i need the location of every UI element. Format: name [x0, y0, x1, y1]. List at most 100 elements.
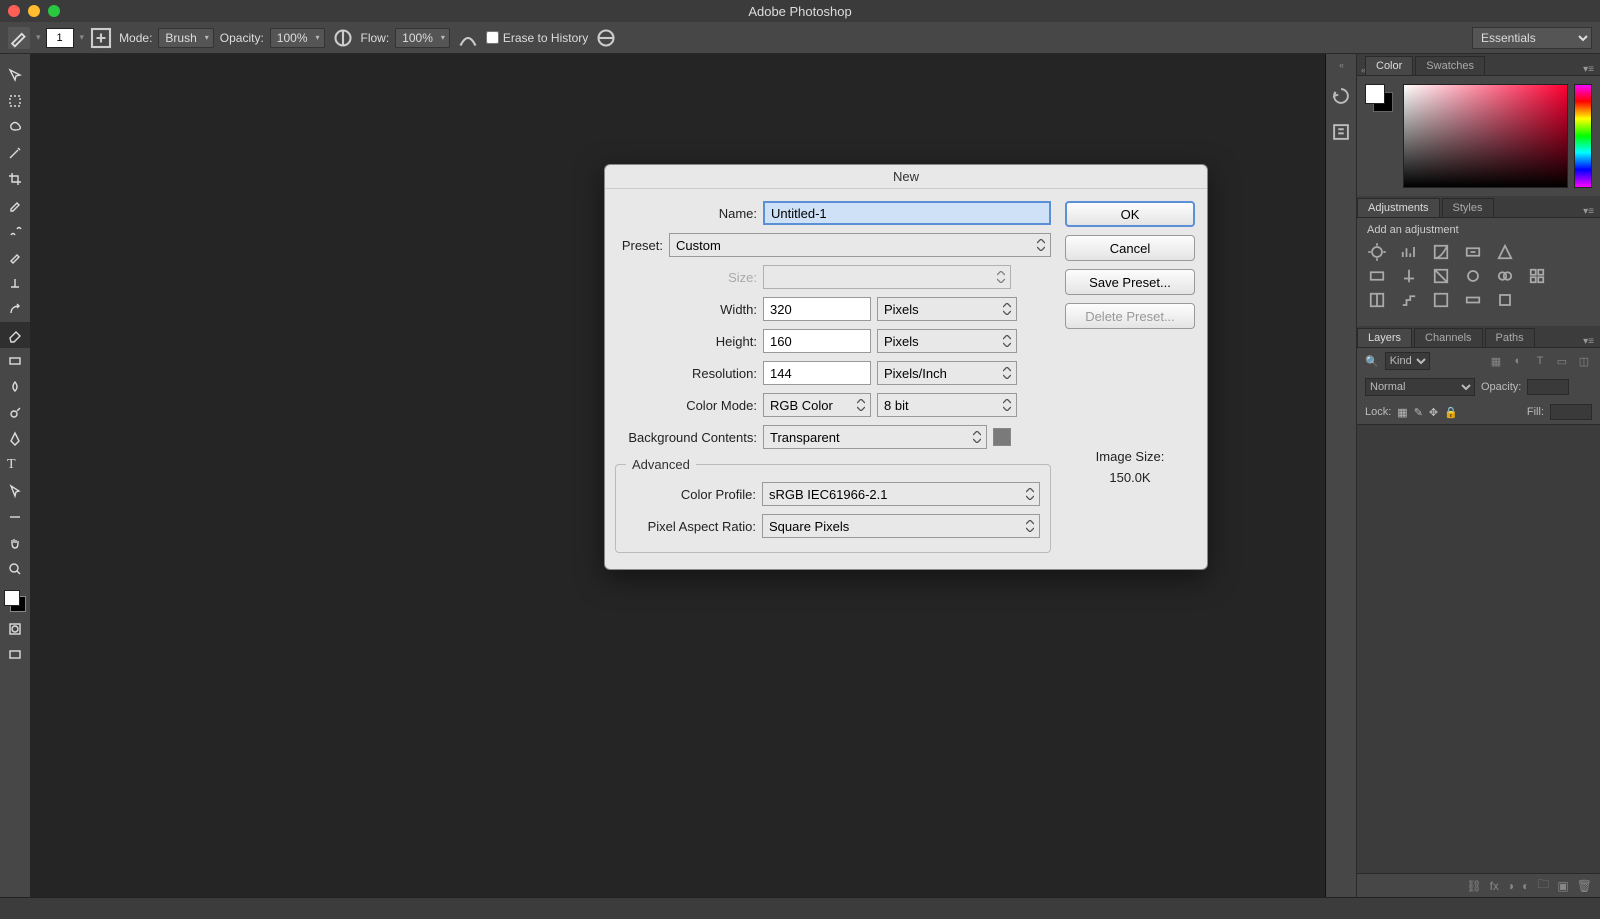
opacity-select[interactable]: 100% [270, 28, 325, 48]
tab-color[interactable]: Color [1365, 56, 1413, 75]
layers-panel-menu-icon[interactable]: ▾≡ [1583, 336, 1600, 347]
layers-opacity-input[interactable] [1527, 379, 1569, 395]
shape-tool[interactable] [0, 504, 30, 530]
filter-pixel-icon[interactable]: ▦ [1488, 353, 1504, 369]
dodge-tool[interactable] [0, 400, 30, 426]
hue-sat-icon[interactable] [1367, 268, 1387, 284]
threshold-icon[interactable] [1431, 292, 1451, 308]
bw-icon[interactable] [1431, 268, 1451, 284]
airbrush-icon[interactable] [456, 26, 480, 50]
lock-pixels-icon[interactable]: ✎ [1414, 406, 1423, 419]
bit-depth-select[interactable]: 8 bit [877, 393, 1017, 417]
new-group-icon[interactable]: 🗀 [1537, 875, 1549, 896]
gradient-tool[interactable] [0, 348, 30, 374]
channel-mixer-icon[interactable] [1495, 268, 1515, 284]
pressure-opacity-icon[interactable] [331, 26, 355, 50]
layers-list[interactable] [1357, 424, 1600, 873]
brush-size-input[interactable] [46, 28, 74, 48]
filter-adjustment-icon[interactable]: ◐ [1510, 353, 1526, 369]
zoom-tool[interactable] [0, 556, 30, 582]
brush-tool[interactable] [0, 244, 30, 270]
move-tool[interactable] [0, 62, 30, 88]
width-unit-select[interactable]: Pixels [877, 297, 1017, 321]
resolution-unit-select[interactable]: Pixels/Inch [877, 361, 1017, 385]
new-adjustment-layer-icon[interactable]: ◐ [1522, 879, 1529, 893]
background-color-preview[interactable] [993, 428, 1011, 446]
marquee-tool[interactable] [0, 88, 30, 114]
blur-tool[interactable] [0, 374, 30, 400]
path-selection-tool[interactable] [0, 478, 30, 504]
pen-tool[interactable] [0, 426, 30, 452]
history-brush-tool[interactable] [0, 296, 30, 322]
filter-type-icon[interactable]: T [1532, 353, 1548, 369]
color-swatches[interactable] [0, 588, 30, 616]
magic-wand-tool[interactable] [0, 140, 30, 166]
preset-select[interactable]: Custom [669, 233, 1051, 257]
cancel-button[interactable]: Cancel [1065, 235, 1195, 261]
layer-fx-icon[interactable]: fx [1490, 879, 1499, 893]
type-tool[interactable]: T [0, 452, 30, 478]
color-lookup-icon[interactable] [1527, 268, 1547, 284]
name-input[interactable] [763, 201, 1051, 225]
brush-preset-picker-icon[interactable] [89, 26, 113, 50]
panel-fg-swatch[interactable] [1365, 84, 1385, 104]
invert-icon[interactable] [1367, 292, 1387, 308]
lasso-tool[interactable] [0, 114, 30, 140]
background-contents-select[interactable]: Transparent [763, 425, 987, 449]
crop-tool[interactable] [0, 166, 30, 192]
layers-filter-search-icon[interactable]: 🔍 [1365, 355, 1379, 368]
color-balance-icon[interactable] [1399, 268, 1419, 284]
screen-mode-tool[interactable] [0, 642, 30, 668]
curves-icon[interactable] [1431, 244, 1451, 260]
hue-slider[interactable] [1574, 84, 1592, 188]
tool-preset-dropdown-icon[interactable]: ▾ [36, 32, 40, 43]
mode-select[interactable]: Brush [158, 28, 213, 48]
clone-stamp-tool[interactable] [0, 270, 30, 296]
layers-fill-input[interactable] [1550, 404, 1592, 420]
tab-paths[interactable]: Paths [1485, 328, 1535, 347]
panel-fg-bg-swatches[interactable] [1365, 84, 1397, 116]
tab-channels[interactable]: Channels [1414, 328, 1482, 347]
foreground-color-swatch[interactable] [4, 590, 20, 606]
lock-transparency-icon[interactable]: ▦ [1397, 406, 1407, 419]
brush-size-stepper-icon[interactable]: ▾ [80, 32, 84, 43]
quick-mask-tool[interactable] [0, 616, 30, 642]
pixel-aspect-ratio-select[interactable]: Square Pixels [762, 514, 1040, 538]
vibrance-icon[interactable] [1495, 244, 1515, 260]
flow-select[interactable]: 100% [395, 28, 450, 48]
link-layers-icon[interactable]: ⛓ [1466, 879, 1481, 893]
tool-preset-icon[interactable] [8, 27, 30, 49]
filter-smart-icon[interactable]: ◫ [1576, 353, 1592, 369]
photo-filter-icon[interactable] [1463, 268, 1483, 284]
healing-brush-tool[interactable] [0, 218, 30, 244]
tab-layers[interactable]: Layers [1357, 328, 1412, 347]
workspace-switcher[interactable]: Essentials [1472, 27, 1592, 49]
filter-shape-icon[interactable]: ▭ [1554, 353, 1570, 369]
pressure-size-icon[interactable] [594, 26, 618, 50]
blend-mode-select[interactable]: Normal [1365, 378, 1475, 396]
levels-icon[interactable] [1399, 244, 1419, 260]
properties-panel-icon[interactable] [1330, 122, 1352, 142]
tab-adjustments[interactable]: Adjustments [1357, 198, 1440, 217]
color-saturation-field[interactable] [1403, 84, 1568, 188]
tab-swatches[interactable]: Swatches [1415, 56, 1485, 75]
delete-layer-icon[interactable]: 🗑 [1577, 879, 1592, 893]
color-panel-menu-icon[interactable]: ▾≡ [1583, 64, 1600, 75]
brightness-contrast-icon[interactable] [1367, 244, 1387, 260]
width-input[interactable] [763, 297, 871, 321]
new-layer-icon[interactable]: ▣ [1557, 879, 1568, 893]
eyedropper-tool[interactable] [0, 192, 30, 218]
height-unit-select[interactable]: Pixels [877, 329, 1017, 353]
eraser-tool[interactable] [0, 322, 30, 348]
add-mask-icon[interactable]: ◑ [1507, 879, 1514, 893]
collapse-strip-icon[interactable]: ‹‹ [1339, 60, 1343, 70]
adjustments-panel-menu-icon[interactable]: ▾≡ [1583, 206, 1600, 217]
erase-to-history-input[interactable] [486, 31, 499, 44]
color-profile-select[interactable]: sRGB IEC61966-2.1 [762, 482, 1040, 506]
gradient-map-icon[interactable] [1463, 292, 1483, 308]
posterize-icon[interactable] [1399, 292, 1419, 308]
selective-color-icon[interactable] [1495, 292, 1515, 308]
history-panel-icon[interactable] [1330, 86, 1352, 106]
ok-button[interactable]: OK [1065, 201, 1195, 227]
color-mode-select[interactable]: RGB Color [763, 393, 871, 417]
